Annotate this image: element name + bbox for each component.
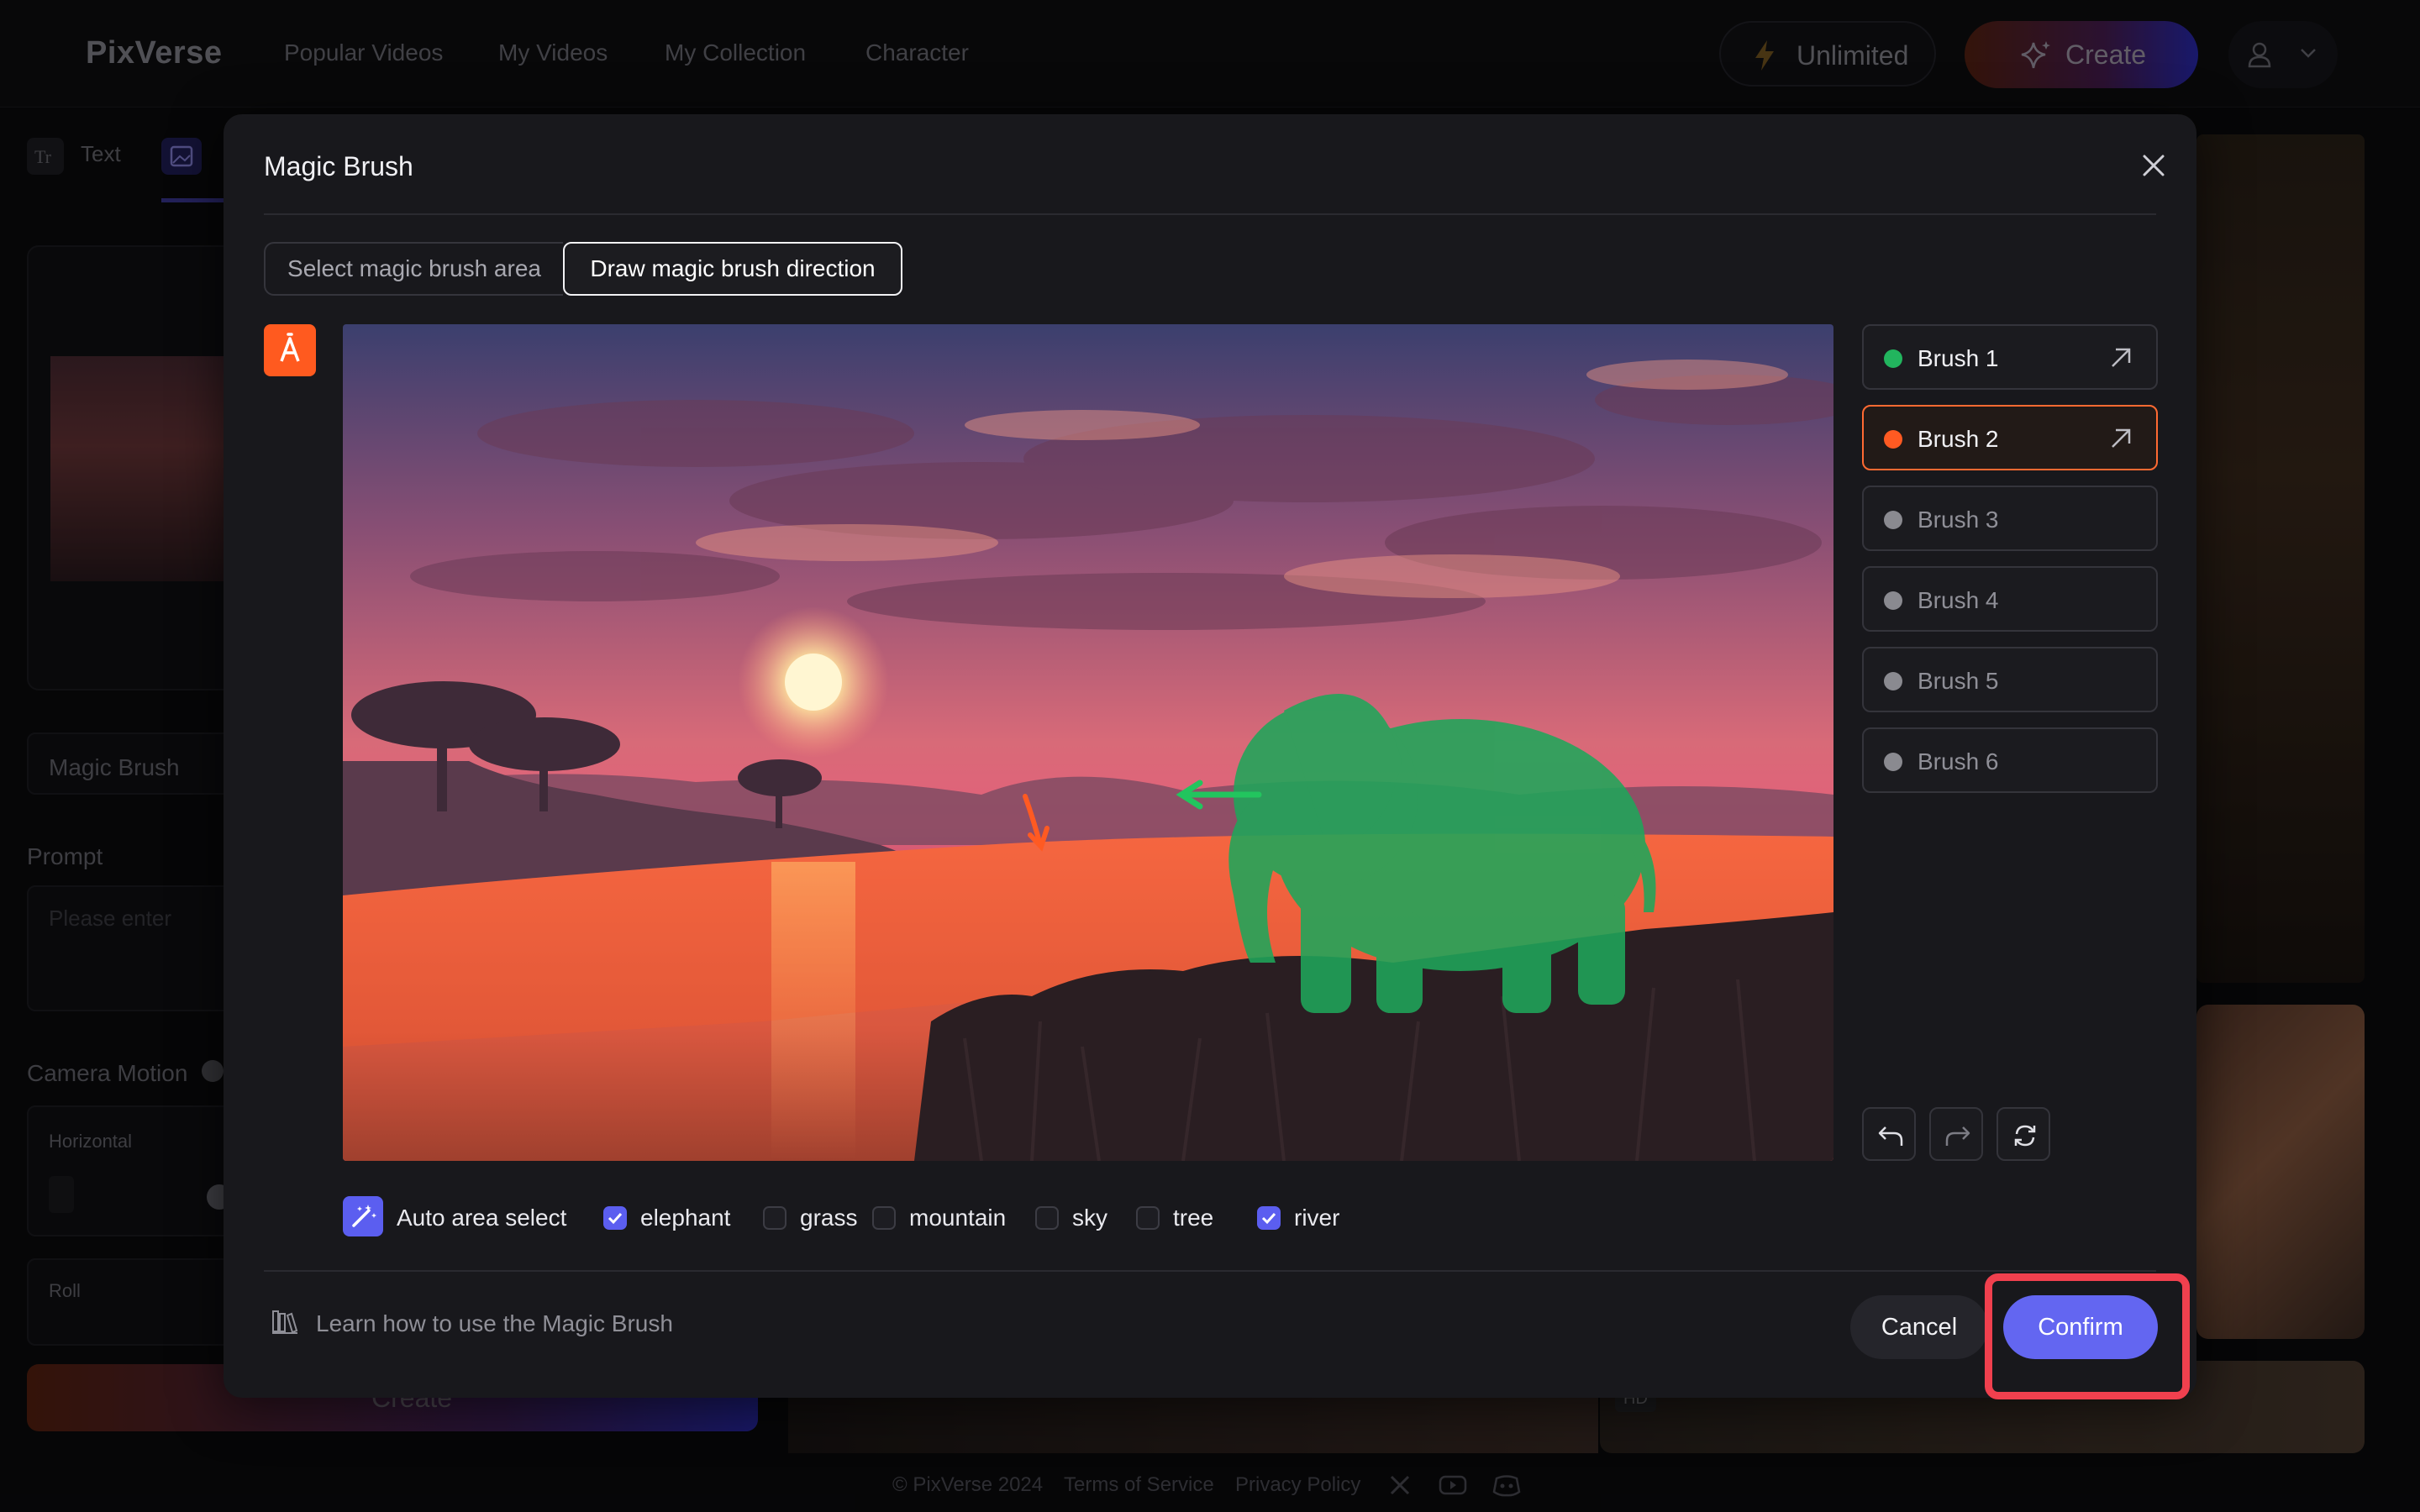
brush-item-3[interactable]: Brush 3 <box>1862 486 2158 551</box>
brush-tool-icon <box>280 333 300 362</box>
arrow-up-right-icon <box>2112 428 2131 448</box>
redo-button[interactable] <box>1929 1107 1983 1161</box>
mode-segmented-control: Select magic brush area Draw magic brush… <box>264 242 902 296</box>
dialog-title: Magic Brush <box>264 151 413 181</box>
label-river: river <box>1294 1205 1340 1231</box>
undo-icon <box>1878 1126 1903 1146</box>
brush-label: Brush 3 <box>1918 507 1999 533</box>
checkbox-sky[interactable] <box>1035 1206 1059 1230</box>
close-button[interactable] <box>2134 146 2173 185</box>
brush-item-5[interactable]: Brush 5 <box>1862 647 2158 712</box>
magic-wand-icon <box>352 1205 376 1227</box>
checkbox-elephant[interactable] <box>603 1206 627 1230</box>
brush-label: Brush 5 <box>1918 668 1999 694</box>
learn-link-label: Learn how to use the Magic Brush <box>316 1310 673 1336</box>
undo-button[interactable] <box>1862 1107 1916 1161</box>
brush-color-dot <box>1884 672 1902 690</box>
book-icon <box>272 1310 298 1334</box>
image-canvas[interactable] <box>343 324 1833 1161</box>
brush-label: Brush 4 <box>1918 587 1999 613</box>
check-icon <box>608 1212 623 1225</box>
label-tree: tree <box>1173 1205 1214 1231</box>
auto-select-toggle[interactable] <box>343 1196 383 1236</box>
brush-color-dot <box>1884 753 1902 771</box>
magic-brush-dialog: Magic Brush Select magic brush area Draw… <box>224 114 2196 1398</box>
brush-color-dot <box>1884 430 1902 449</box>
label-sky: sky <box>1072 1205 1107 1231</box>
tab-select-area[interactable]: Select magic brush area <box>264 242 563 296</box>
brush-label: Brush 2 <box>1918 426 1999 452</box>
brush-item-2[interactable]: Brush 2 <box>1862 405 2158 470</box>
reset-button[interactable] <box>1996 1107 2050 1161</box>
auto-area-select-label: Auto area select <box>397 1205 567 1231</box>
brush-color-dot <box>1884 591 1902 610</box>
footer-divider <box>264 1270 2156 1272</box>
brush-item-1[interactable]: Brush 1 <box>1862 324 2158 390</box>
checkbox-mountain[interactable] <box>872 1206 896 1230</box>
brush-color-dot <box>1884 511 1902 529</box>
brush-label: Brush 6 <box>1918 748 1999 774</box>
brush-tool-button[interactable] <box>264 324 316 376</box>
sunset-scene[interactable] <box>343 324 1833 1161</box>
label-mountain: mountain <box>909 1205 1007 1231</box>
checkbox-grass[interactable] <box>763 1206 786 1230</box>
check-icon <box>1261 1212 1276 1225</box>
arrow-up-right-icon <box>2112 348 2131 367</box>
brush-color-dot <box>1884 349 1902 368</box>
redo-icon <box>1945 1126 1970 1146</box>
checkbox-river[interactable] <box>1257 1206 1281 1230</box>
confirm-button[interactable]: Confirm <box>2003 1295 2158 1359</box>
cancel-button[interactable]: Cancel <box>1850 1295 1988 1359</box>
close-icon <box>2143 155 2165 176</box>
auto-area-select-row: Auto area select elephant grass mountain… <box>343 1196 1519 1236</box>
brush-label: Brush 1 <box>1918 345 1999 371</box>
checkbox-tree[interactable] <box>1136 1206 1160 1230</box>
brush-item-4[interactable]: Brush 4 <box>1862 566 2158 632</box>
header-divider <box>264 213 2156 215</box>
learn-link[interactable]: Learn how to use the Magic Brush <box>271 1307 673 1341</box>
tab-draw-direction[interactable]: Draw magic brush direction <box>563 242 902 296</box>
label-elephant: elephant <box>640 1205 731 1231</box>
refresh-icon <box>2014 1125 2036 1147</box>
label-grass: grass <box>800 1205 858 1231</box>
brush-item-6[interactable]: Brush 6 <box>1862 727 2158 793</box>
